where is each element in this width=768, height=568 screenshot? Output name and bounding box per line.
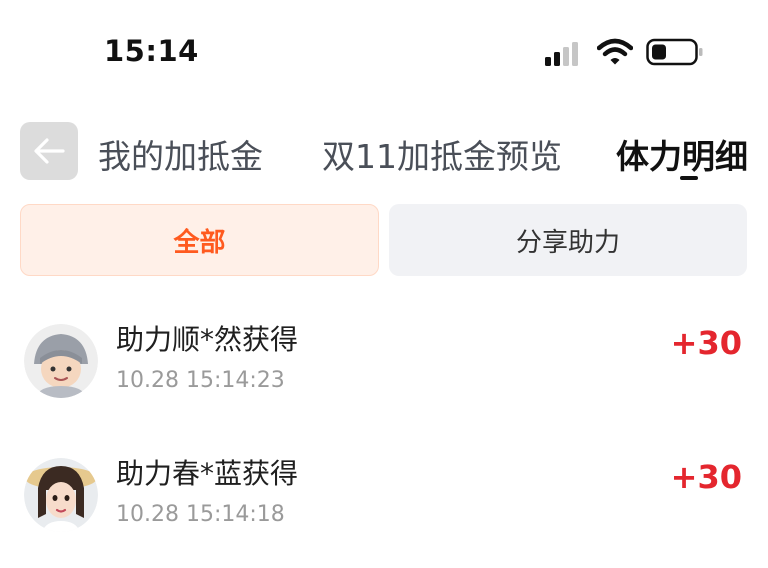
avatar — [24, 458, 98, 532]
avatar — [24, 324, 98, 398]
filter-all-button[interactable]: 全部 — [20, 204, 379, 276]
record-title: 助力顺*然获得 — [116, 323, 299, 356]
record-points: +30 — [670, 458, 742, 496]
cellular-signal-icon — [545, 40, 585, 66]
tab-double11-preview[interactable]: 双11加抵金预览 — [322, 130, 562, 178]
status-time: 15:14 — [104, 34, 199, 68]
record-time: 10.28 15:14:23 — [116, 368, 285, 393]
wifi-icon — [596, 38, 634, 66]
list-item: 助力春*蓝获得 10.28 15:14:18 +30 — [0, 457, 768, 568]
active-tab-indicator — [680, 176, 698, 180]
back-arrow-icon — [34, 138, 65, 164]
record-points: +30 — [670, 324, 742, 362]
record-time: 10.28 15:14:18 — [116, 502, 285, 527]
back-button[interactable] — [20, 122, 78, 180]
battery-icon — [646, 38, 704, 66]
tab-my-credit[interactable]: 我的加抵金 — [98, 130, 263, 178]
filter-share-assist-button[interactable]: 分享助力 — [389, 204, 747, 276]
filter-row: 全部 分享助力 — [0, 204, 768, 278]
tab-bar: 我的加抵金 双11加抵金预览 体力明细 — [0, 118, 768, 188]
list-item: 助力顺*然获得 10.28 15:14:23 +30 — [0, 323, 768, 434]
status-bar: 15:14 — [0, 0, 768, 100]
tab-stamina-details[interactable]: 体力明细 — [616, 130, 748, 178]
record-title: 助力春*蓝获得 — [116, 457, 299, 490]
